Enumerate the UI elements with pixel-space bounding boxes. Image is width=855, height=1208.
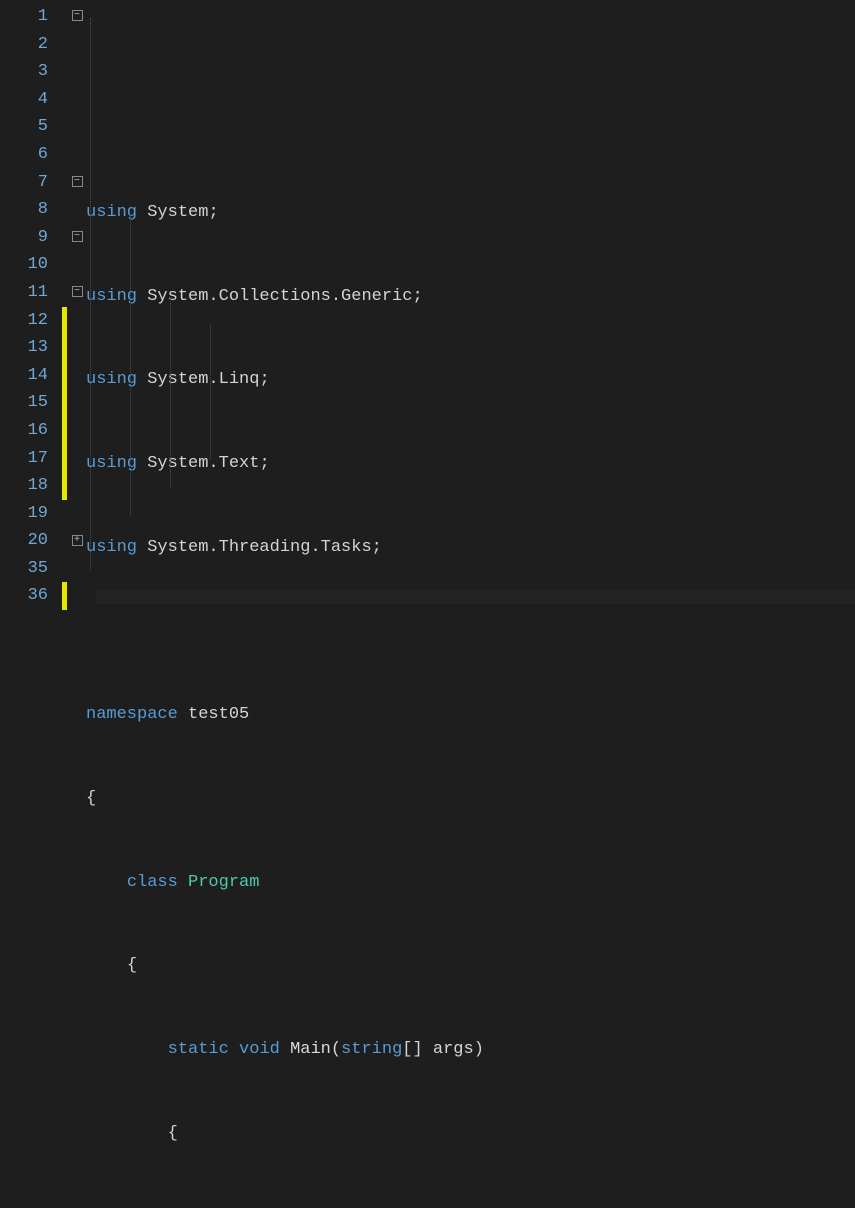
- code-line[interactable]: {: [86, 785, 855, 813]
- line-number: 4: [0, 86, 48, 114]
- line-number: 7: [0, 169, 48, 197]
- line-number: 9: [0, 224, 48, 252]
- change-marker: [62, 307, 67, 335]
- line-number: 14: [0, 362, 48, 390]
- line-number: 20: [0, 527, 48, 555]
- code-line[interactable]: using System.Threading.Tasks;: [86, 534, 855, 562]
- indent-guide: [210, 325, 211, 460]
- line-number: 16: [0, 417, 48, 445]
- line-number: 3: [0, 58, 48, 86]
- code-line[interactable]: var resultSet = Iterator.AlphabetSubset(…: [86, 1204, 855, 1208]
- line-number: 12: [0, 307, 48, 335]
- code-line[interactable]: {: [86, 1120, 855, 1148]
- line-number: 2: [0, 31, 48, 59]
- code-line[interactable]: namespace test05: [86, 701, 855, 729]
- change-marker: [62, 582, 67, 610]
- indent-guide: [170, 298, 171, 488]
- code-editor[interactable]: 1 2 3 4 5 6 7 8 9 10 11 12 13 14 15 16 1…: [0, 0, 855, 604]
- code-line[interactable]: using System.Linq;: [86, 367, 855, 395]
- code-line[interactable]: static void Main(string[] args): [86, 1036, 855, 1064]
- line-number: 13: [0, 334, 48, 362]
- fold-toggle-minus-icon[interactable]: −: [72, 286, 83, 297]
- fold-toggle-minus-icon[interactable]: −: [72, 10, 83, 21]
- horizontal-scrollbar[interactable]: [96, 590, 855, 604]
- line-number: 8: [0, 196, 48, 224]
- line-number: 19: [0, 500, 48, 528]
- change-marker: [62, 472, 67, 500]
- line-number: 35: [0, 555, 48, 583]
- line-number: 36: [0, 582, 48, 610]
- fold-column: − − − − +: [68, 0, 86, 604]
- fold-toggle-plus-icon[interactable]: +: [72, 535, 83, 546]
- change-marker: [62, 362, 67, 390]
- code-line[interactable]: using System;: [86, 199, 855, 227]
- fold-toggle-minus-icon[interactable]: −: [72, 231, 83, 242]
- line-number-gutter: 1 2 3 4 5 6 7 8 9 10 11 12 13 14 15 16 1…: [0, 0, 62, 604]
- code-line[interactable]: class Program: [86, 869, 855, 897]
- code-line[interactable]: [86, 618, 855, 646]
- code-line[interactable]: {: [86, 953, 855, 981]
- change-marker: [62, 334, 67, 362]
- line-number: 5: [0, 113, 48, 141]
- line-number: 10: [0, 251, 48, 279]
- change-marker: [62, 445, 67, 473]
- line-number: 1: [0, 3, 48, 31]
- indent-guide: [90, 18, 91, 570]
- line-number: 11: [0, 279, 48, 307]
- change-marker: [62, 417, 67, 445]
- change-marker: [62, 389, 67, 417]
- line-number: 6: [0, 141, 48, 169]
- line-number: 15: [0, 389, 48, 417]
- code-line[interactable]: using System.Text;: [86, 450, 855, 478]
- indent-guide: [130, 215, 131, 515]
- code-area[interactable]: using System; using System.Collections.G…: [86, 0, 855, 604]
- line-number: 17: [0, 445, 48, 473]
- line-number: 18: [0, 472, 48, 500]
- code-line[interactable]: using System.Collections.Generic;: [86, 283, 855, 311]
- fold-toggle-minus-icon[interactable]: −: [72, 176, 83, 187]
